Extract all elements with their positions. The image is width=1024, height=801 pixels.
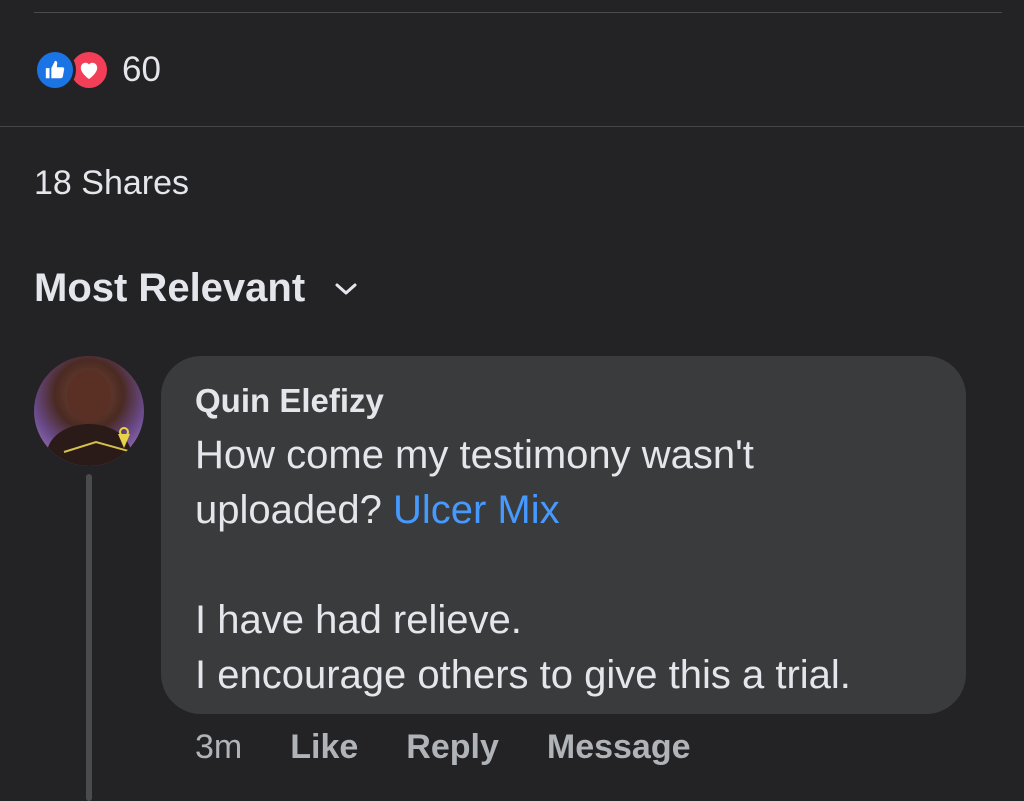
avatar[interactable] <box>34 356 144 466</box>
reactions-summary[interactable]: 60 <box>34 48 161 92</box>
chevron-down-icon <box>333 281 359 297</box>
comment-line-3: I have had relieve. <box>195 598 522 642</box>
mention-link[interactable]: Ulcer Mix <box>393 488 560 532</box>
section-divider <box>0 126 1024 127</box>
comment-line-1: How come my testimony wasn't <box>195 433 754 477</box>
comment-timestamp: 3m <box>195 728 243 766</box>
reply-button[interactable]: Reply <box>406 728 499 767</box>
comment-author[interactable]: Quin Elefizy <box>195 382 384 420</box>
top-divider <box>34 12 1002 13</box>
comment-text: How come my testimony wasn't uploaded? U… <box>195 428 945 703</box>
comment-line-2-text: uploaded? <box>195 488 393 532</box>
like-icon <box>34 49 76 91</box>
sort-label: Most Relevant <box>34 266 306 310</box>
shares-count[interactable]: 18 Shares <box>34 164 189 203</box>
like-button[interactable]: Like <box>290 728 358 767</box>
thread-line <box>86 474 92 801</box>
reaction-count: 60 <box>122 50 161 89</box>
message-button[interactable]: Message <box>547 728 691 767</box>
comment-line-2: uploaded? Ulcer Mix <box>195 483 945 538</box>
comment-line-4: I encourage others to give this a trial. <box>195 653 851 697</box>
comment-blank-line <box>195 538 945 593</box>
comment-sort-dropdown[interactable]: Most Relevant <box>34 266 359 311</box>
comment-bubble[interactable]: Quin Elefizy How come my testimony wasn'… <box>161 356 966 714</box>
comment-actions: 3m Like Reply Message <box>195 728 739 767</box>
post-comments-panel: 60 18 Shares Most Relevant Quin Elefizy … <box>0 0 1024 801</box>
